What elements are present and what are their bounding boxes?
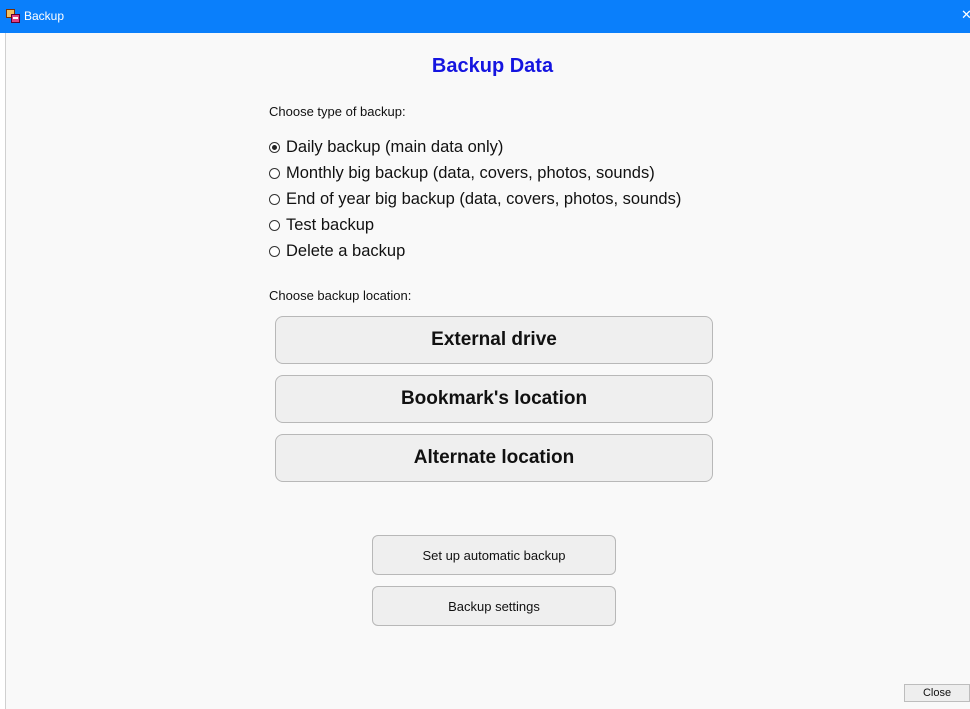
radio-button[interactable] — [269, 245, 280, 257]
backup-settings-button[interactable]: Backup settings — [372, 586, 616, 626]
close-button[interactable]: Close — [904, 684, 970, 702]
page-title: Backup Data — [431, 55, 554, 77]
radio-delete-backup[interactable]: Delete a backup — [269, 238, 681, 264]
radio-daily-backup[interactable]: Daily backup (main data only) — [269, 134, 681, 160]
window-title: Backup — [24, 9, 65, 23]
setup-automatic-backup-button[interactable]: Set up automatic backup — [372, 535, 616, 575]
external-drive-button[interactable]: External drive — [275, 316, 713, 364]
radio-test-backup[interactable]: Test backup — [269, 212, 681, 238]
radio-label: Monthly big backup (data, covers, photos… — [286, 163, 655, 182]
radio-button[interactable] — [269, 219, 280, 231]
radio-label: Daily backup (main data only) — [286, 137, 504, 156]
backup-type-label: Choose type of backup: — [269, 104, 406, 119]
backup-type-radio-group: Daily backup (main data only) Monthly bi… — [269, 134, 681, 264]
radio-button[interactable] — [269, 193, 280, 205]
title-bar[interactable]: Backup ✕ — [0, 0, 970, 33]
alternate-location-button[interactable]: Alternate location — [275, 434, 713, 482]
backup-window: Backup ✕ Backup Data Choose type of back… — [0, 0, 970, 709]
backup-app-icon — [6, 9, 20, 23]
window-close-icon[interactable]: ✕ — [961, 8, 970, 22]
radio-monthly-backup[interactable]: Monthly big backup (data, covers, photos… — [269, 160, 681, 186]
radio-label: End of year big backup (data, covers, ph… — [286, 189, 682, 208]
radio-label: Test backup — [286, 215, 375, 234]
radio-end-of-year-backup[interactable]: End of year big backup (data, covers, ph… — [269, 186, 681, 212]
backup-location-label: Choose backup location: — [269, 288, 412, 303]
bookmarks-location-button[interactable]: Bookmark's location — [275, 375, 713, 423]
radio-button[interactable] — [269, 167, 280, 179]
radio-label: Delete a backup — [286, 241, 406, 260]
radio-button-selected[interactable] — [269, 141, 280, 153]
